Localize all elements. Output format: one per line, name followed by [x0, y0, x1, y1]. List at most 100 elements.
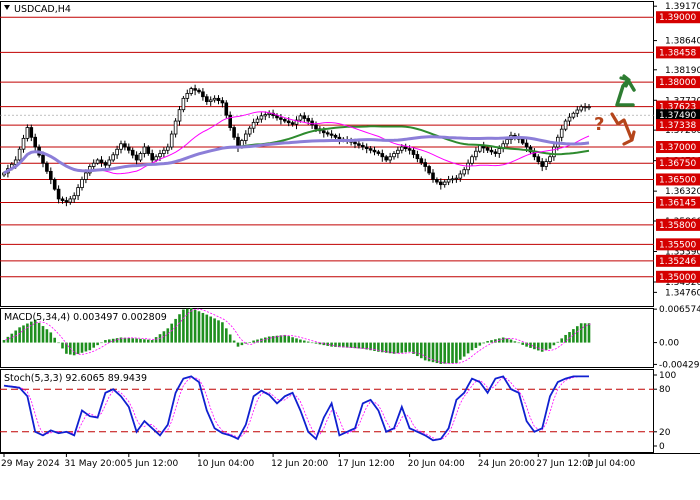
candle-body [123, 143, 127, 148]
candle-body [68, 198, 73, 203]
macd-bar [303, 340, 306, 343]
candle-body [536, 156, 541, 163]
macd-bar [193, 309, 197, 343]
candle-body [372, 149, 377, 153]
macd-bar [462, 342, 466, 357]
macd-bar [236, 342, 240, 347]
candle-body [520, 138, 525, 144]
macd-bar [299, 339, 302, 343]
macd-bar [537, 342, 540, 351]
macd-bar [127, 338, 131, 343]
macd-bar [310, 342, 314, 344]
candle-body [208, 99, 213, 102]
macd-bar [579, 323, 583, 343]
macd-bar [544, 342, 548, 351]
candle-body [477, 145, 482, 152]
candle-body [173, 120, 178, 135]
macd-bar [435, 342, 439, 364]
macd-bar [361, 342, 365, 349]
candle-body [21, 137, 26, 150]
level-price-label: 1.35500 [659, 240, 696, 250]
candle-body [325, 132, 330, 135]
candle-body [45, 162, 49, 172]
candle-body [95, 159, 100, 164]
level-price-label: 1.36750 [659, 159, 696, 169]
macd-bar [576, 326, 579, 343]
level-price-label: 1.37338 [659, 121, 696, 131]
macd-bar [178, 314, 181, 343]
candle-body [321, 130, 326, 134]
macd-bar [154, 337, 158, 343]
candle-body [411, 149, 416, 155]
macd-bar [513, 341, 517, 343]
macd-bar [108, 339, 111, 343]
macd-bar [22, 325, 25, 343]
candle-body [201, 91, 205, 98]
macd-bar [560, 338, 563, 343]
candle-body [169, 133, 174, 148]
candle-body [99, 159, 104, 163]
level-price-label: 1.38000 [659, 78, 696, 88]
macd-bar [61, 342, 64, 349]
candle-body [84, 172, 88, 180]
level-price-label: 1.37000 [659, 143, 696, 153]
macd-bar [505, 338, 509, 343]
level-price-label: 1.36145 [659, 198, 696, 208]
candle-body [185, 93, 190, 99]
time-tick-label: 12 Jun 20:00 [271, 459, 328, 469]
candle-body [579, 106, 583, 111]
candle-body [419, 158, 424, 163]
candle-body [559, 128, 564, 138]
stoch-title: Stoch(5,3,3) 92.6065 89.9439 [4, 373, 147, 384]
macd-bar [564, 334, 567, 343]
time-tick-label: 31 May 20:00 [64, 459, 126, 469]
time-tick-label: 24 Jun 20:00 [478, 459, 535, 469]
candle-body [497, 148, 502, 154]
macd-bar [248, 342, 251, 343]
macd-bar [228, 334, 232, 343]
macd-bar [189, 308, 193, 343]
candle-body [329, 133, 334, 136]
macd-bar [147, 339, 150, 343]
candle-body [337, 136, 342, 140]
candle-body [212, 97, 217, 101]
candle-body [282, 119, 287, 122]
candle-body [216, 97, 221, 102]
macd-bar [45, 329, 49, 343]
price-tick-label: 1.36320 [665, 187, 700, 197]
candle-body [571, 112, 576, 118]
macd-bar [517, 342, 521, 344]
candle-body [91, 162, 96, 167]
candle-body [29, 127, 34, 138]
time-tick-label: 20 Jun 04:00 [408, 459, 465, 469]
candle-body [25, 127, 30, 139]
chart-title: USDCAD,H4 [14, 4, 71, 15]
macd-bar [314, 342, 318, 344]
macd-bar [568, 332, 571, 343]
macd-bar [455, 342, 458, 363]
macd-bar [540, 342, 544, 352]
candle-body [306, 118, 310, 122]
macd-bar [182, 309, 185, 343]
macd-bar [330, 342, 333, 347]
candle-body [162, 149, 166, 154]
price-tick-label: 1.34760 [665, 288, 700, 298]
macd-bar [451, 342, 454, 364]
time-tick-label: 27 Jun 12:00 [536, 459, 593, 469]
candle-body [427, 166, 431, 174]
price-tick-label: 1.38640 [665, 37, 700, 47]
time-tick-label: 5 Jun 12:00 [127, 459, 179, 469]
macd-bar [139, 338, 142, 343]
candle-body [470, 156, 474, 164]
candle-body [415, 154, 420, 160]
macd-bar [459, 342, 462, 360]
candle-body [435, 179, 439, 183]
candle-body [450, 178, 455, 181]
candle-body [380, 153, 385, 158]
macd-bar [76, 342, 80, 355]
candle-body [119, 143, 123, 150]
candle-body [298, 115, 303, 121]
macd-bar [443, 342, 446, 364]
candle-body [446, 179, 451, 183]
candle-body [423, 162, 427, 167]
